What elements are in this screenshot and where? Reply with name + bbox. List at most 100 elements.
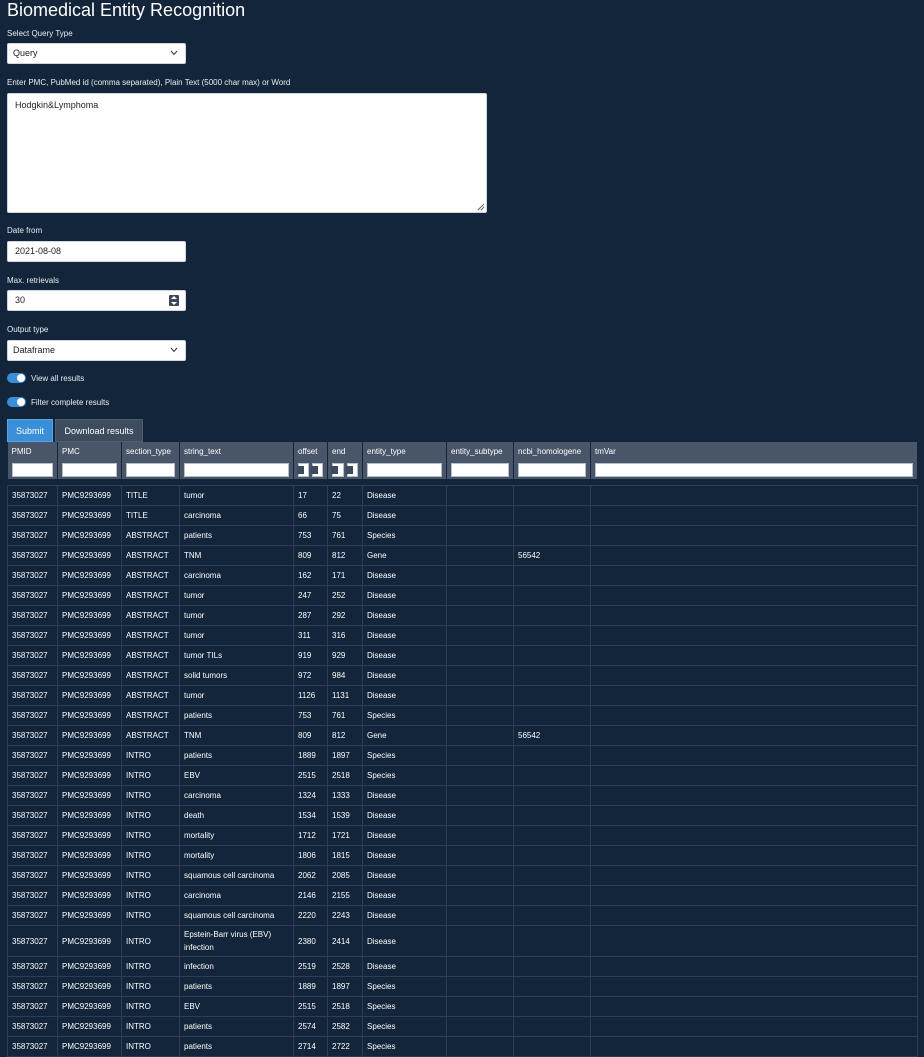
spinner-icon[interactable] [311, 466, 318, 474]
number-spinner-icon[interactable] [169, 295, 179, 306]
table-row[interactable]: 35873027 PMC9293699 ABSTRACT patients 753 761… [7, 705, 918, 726]
table-cell-end: 929 [327, 645, 363, 666]
table-row[interactable]: 35873027 PMC9293699 INTRO death 1534 1539 Dise… [7, 805, 918, 826]
table-row[interactable]: 35873027 PMC9293699 INTRO squamous cell car… [7, 905, 918, 926]
download-results-button[interactable]: Download results [55, 419, 143, 442]
column-header[interactable]: tmVar [590, 442, 918, 479]
table-row[interactable]: 35873027 PMC9293699 INTRO patients 2574 2582 S… [7, 1016, 918, 1037]
table-cell-offset: 287 [293, 605, 328, 626]
table-cell-entity_type: Disease [362, 665, 447, 686]
output-type-select[interactable]: Dataframe [7, 340, 186, 361]
table-row[interactable]: 35873027 PMC9293699 INTRO carcinoma 1324 1333… [7, 785, 918, 806]
filter-complete-toggle[interactable] [7, 397, 26, 407]
table-cell-tmVar [590, 665, 918, 686]
table-row[interactable]: 35873027 PMC9293699 ABSTRACT tumor 1126 1131 D… [7, 685, 918, 706]
table-cell-string_text: patients [179, 745, 294, 766]
table-cell-offset: 972 [293, 665, 328, 686]
table-cell-ncbi_homologene [513, 665, 591, 686]
table-cell-section_type: INTRO [121, 1016, 180, 1037]
table-row[interactable]: 35873027 PMC9293699 INTRO patients 1889 1897 S… [7, 745, 918, 766]
table-row[interactable]: 35873027 PMC9293699 INTRO infection 2519 2528… [7, 956, 918, 977]
column-filter-input[interactable] [595, 463, 913, 477]
table-cell-string_text: infection [179, 956, 294, 977]
range-max-input[interactable] [311, 463, 323, 477]
column-header[interactable]: ncbi_homologene [513, 442, 591, 479]
table-cell-ncbi_homologene [513, 905, 591, 926]
date-from-input[interactable]: 2021-08-08 [7, 241, 186, 262]
column-header[interactable]: offset [293, 442, 328, 479]
resize-handle-icon[interactable] [476, 202, 485, 211]
table-cell-tmVar [590, 685, 918, 706]
range-min-input[interactable] [297, 463, 309, 477]
spinner-icon[interactable] [331, 466, 338, 474]
column-header[interactable]: PMID [7, 442, 58, 479]
column-filter-input[interactable] [451, 463, 509, 477]
table-cell-section_type: TITLE [121, 485, 180, 506]
table-row[interactable]: 35873027 PMC9293699 ABSTRACT tumor 311 316 Dis… [7, 625, 918, 646]
table-row[interactable]: 35873027 PMC9293699 ABSTRACT tumor 247 252 Dis… [7, 585, 918, 606]
table-cell-ncbi_homologene [513, 1016, 591, 1037]
table-row[interactable]: 35873027 PMC9293699 INTRO Epstein-Barr viru… [7, 925, 918, 957]
table-row[interactable]: 35873027 PMC9293699 INTRO mortality 1806 1815… [7, 845, 918, 866]
column-header[interactable]: end [327, 442, 363, 479]
table-row[interactable]: 35873027 PMC9293699 ABSTRACT tumor 287 292 Dis… [7, 605, 918, 626]
table-row[interactable]: 35873027 PMC9293699 INTRO squamous cell car… [7, 865, 918, 886]
column-header[interactable]: entity_type [362, 442, 447, 479]
table-cell-string_text: tumor [179, 685, 294, 706]
table-row[interactable]: 35873027 PMC9293699 TITLE tumor 17 22 Disease [7, 485, 918, 506]
query-input-label: Enter PMC, PubMed id (comma separated), … [7, 78, 291, 87]
page-title: Biomedical Entity Recognition [7, 0, 246, 20]
table-cell-section_type: INTRO [121, 845, 180, 866]
table-row[interactable]: 35873027 PMC9293699 ABSTRACT patients 753 761… [7, 525, 918, 546]
table-row[interactable]: 35873027 PMC9293699 ABSTRACT tumor TILs 919 9… [7, 645, 918, 666]
table-row[interactable]: 35873027 PMC9293699 INTRO EBV 2515 2518 Specie… [7, 996, 918, 1017]
range-min-input[interactable] [331, 463, 344, 477]
table-cell-end: 1131 [327, 685, 363, 706]
table-cell-tmVar [590, 956, 918, 977]
spinner-icon[interactable] [297, 466, 304, 474]
table-row[interactable]: 35873027 PMC9293699 ABSTRACT carcinoma 162 17… [7, 565, 918, 586]
table-cell-entity_subtype [446, 905, 514, 926]
column-name: offset [298, 447, 318, 456]
column-filter-input[interactable] [367, 463, 442, 477]
table-cell-PMID: 35873027 [7, 805, 58, 826]
column-name: entity_subtype [451, 447, 503, 456]
table-row[interactable]: 35873027 PMC9293699 INTRO mortality 1712 1721… [7, 825, 918, 846]
table-row[interactable]: 35873027 PMC9293699 INTRO EBV 2515 2518 Specie… [7, 765, 918, 786]
table-cell-tmVar [590, 885, 918, 906]
table-row[interactable]: 35873027 PMC9293699 ABSTRACT solid tumors 97… [7, 665, 918, 686]
range-max-input[interactable] [345, 463, 358, 477]
table-cell-string_text: TNM [179, 725, 294, 746]
table-cell-end: 812 [327, 725, 363, 746]
table-row[interactable]: 35873027 PMC9293699 ABSTRACT TNM 809 812 Gene 5… [7, 725, 918, 746]
column-header[interactable]: section_type [121, 442, 180, 479]
column-filter-input[interactable] [518, 463, 586, 477]
spinner-icon[interactable] [345, 466, 353, 474]
table-row[interactable]: 35873027 PMC9293699 INTRO patients 1889 1897 S… [7, 976, 918, 997]
table-cell-offset: 809 [293, 725, 328, 746]
column-header[interactable]: string_text [179, 442, 294, 479]
query-textarea[interactable]: Hodgkin&Lymphoma [7, 93, 487, 213]
column-filter-input[interactable] [126, 463, 175, 477]
column-header[interactable]: PMC [57, 442, 122, 479]
table-cell-ncbi_homologene [513, 865, 591, 886]
table-cell-PMC: PMC9293699 [57, 565, 122, 586]
table-row[interactable]: 35873027 PMC9293699 INTRO patients 2714 2722 S… [7, 1036, 918, 1057]
column-header[interactable]: entity_subtype [446, 442, 514, 479]
view-all-toggle[interactable] [7, 373, 26, 383]
table-cell-offset: 247 [293, 585, 328, 606]
table-row[interactable]: 35873027 PMC9293699 INTRO carcinoma 2146 2155… [7, 885, 918, 906]
column-filter-input[interactable] [184, 463, 289, 477]
table-row[interactable]: 35873027 PMC9293699 ABSTRACT TNM 809 812 Gene 5… [7, 545, 918, 566]
table-cell-PMID: 35873027 [7, 705, 58, 726]
table-cell-ncbi_homologene [513, 525, 591, 546]
submit-button[interactable]: Submit [7, 419, 53, 442]
table-cell-end: 2085 [327, 865, 363, 886]
table-cell-PMC: PMC9293699 [57, 725, 122, 746]
query-type-select[interactable]: Query [7, 43, 186, 64]
table-row[interactable]: 35873027 PMC9293699 TITLE carcinoma 66 75 Dise… [7, 505, 918, 526]
column-filter-input[interactable] [11, 463, 53, 477]
table-cell-string_text: patients [179, 1036, 294, 1057]
max-retrievals-input[interactable]: 30 [7, 290, 186, 311]
column-filter-input[interactable] [62, 463, 117, 477]
